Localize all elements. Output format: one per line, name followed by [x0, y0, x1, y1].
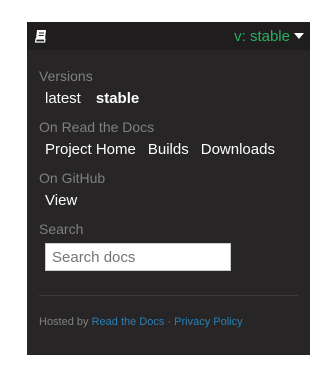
downloads-link[interactable]: Downloads	[195, 137, 281, 163]
current-version-label: v: stable	[234, 27, 290, 45]
github-title: On GitHub	[39, 170, 106, 186]
panel-header: v: stable	[27, 22, 310, 50]
read-the-docs-title: On Read the Docs	[39, 119, 155, 135]
version-link-latest[interactable]: latest	[39, 86, 87, 112]
version-switcher[interactable]: v: stable	[234, 28, 304, 45]
versions-title: Versions	[39, 68, 93, 84]
version-link-stable[interactable]: stable	[87, 86, 145, 112]
search-title: Search	[39, 221, 84, 237]
hosted-by-text: Hosted by	[39, 316, 92, 328]
read-the-docs-link[interactable]: Read the Docs	[92, 316, 165, 328]
search-input[interactable]	[45, 243, 231, 271]
footer: Hosted by Read the Docs · Privacy Policy	[27, 316, 310, 328]
rtd-versions-panel: v: stable Versions latest stable On Read…	[27, 22, 310, 355]
builds-link[interactable]: Builds	[142, 137, 195, 163]
book-icon	[34, 29, 48, 43]
read-the-docs-section: On Read the Docs Project Home Builds Dow…	[39, 117, 298, 163]
privacy-policy-link[interactable]: Privacy Policy	[174, 316, 242, 328]
footer-separator: ·	[164, 316, 175, 328]
project-home-link[interactable]: Project Home	[39, 137, 142, 163]
github-section: On GitHub View	[39, 168, 298, 214]
caret-down-icon	[294, 33, 304, 39]
github-view-link[interactable]: View	[39, 188, 83, 214]
search-section: Search	[39, 219, 298, 271]
versions-section: Versions latest stable	[39, 66, 298, 112]
divider	[39, 295, 298, 296]
